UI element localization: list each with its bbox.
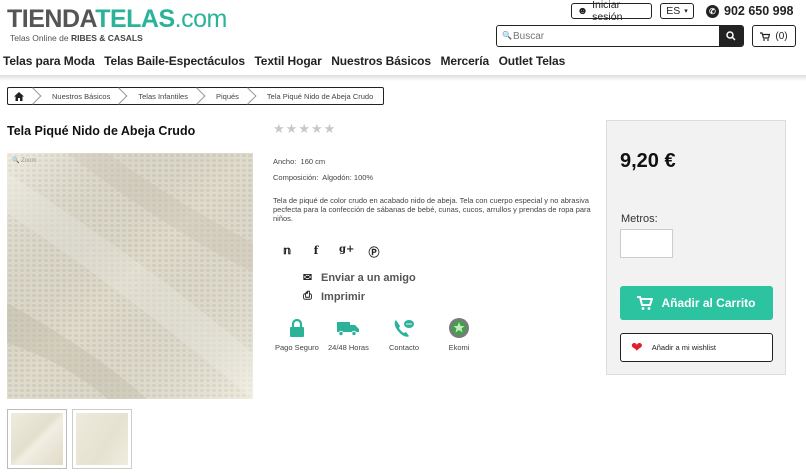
star-icon: ★ [285,121,298,136]
cart-icon [637,296,654,310]
wishlist-label: Añadir a mi wishlist [651,343,716,352]
fabric-image [7,153,253,399]
add-to-wishlist-button[interactable]: ❤ Añadir a mi wishlist [620,333,773,362]
star-icon: ★ [298,121,310,136]
breadcrumb-current: Tela Piqué Nido de Abeja Crudo [266,91,374,101]
login-button[interactable]: ☻ Iniciar sesión [571,0,652,23]
breadcrumb: Nuestros Básicos Telas Infantiles Piqués… [7,87,385,105]
feature-contact[interactable]: Contacto [389,318,419,352]
product-width: Ancho: 160 cm [273,157,326,166]
search-bar: 🔍 [496,25,744,47]
product-thumbnail[interactable] [72,409,132,469]
star-icon: ★ [323,121,336,136]
breadcrumb-item[interactable]: Nuestros Básicos [34,88,120,104]
google-plus-icon[interactable]: g+ [339,244,354,260]
phone-icon [393,318,415,338]
breadcrumb-item[interactable]: Piqués [198,88,249,104]
quantity-label: Metros: [621,213,658,225]
product-description: Tela de piqué de color crudo en acabado … [273,196,591,223]
nav-divider [0,75,806,81]
nav-item-telas-moda[interactable]: Telas para Moda [3,54,101,68]
phone-icon: ✆ [706,4,719,18]
search-icon: 🔍 [502,31,512,40]
search-button[interactable] [719,26,743,46]
truck-icon [337,318,360,338]
search-icon [726,31,736,41]
user-icon: ☻ [577,5,589,17]
search-input[interactable] [497,26,719,46]
thumbnail-image [76,413,128,465]
product-image[interactable]: 🔍 Zoom [7,153,253,399]
site-logo[interactable]: TIENDATELAS.com Telas Online de RIBES & … [7,6,227,43]
nav-item-outlet[interactable]: Outlet Telas [499,54,572,68]
language-selector[interactable]: ES ▾ [660,3,694,19]
zoom-indicator[interactable]: 🔍 Zoom [12,157,36,164]
language-value: ES [666,5,681,17]
ekomi-icon [448,318,470,338]
feature-delivery: 24/48 Horas [328,318,369,352]
send-to-friend-label: Enviar a un amigo [321,271,416,284]
envelope-icon: ✉ [302,272,313,284]
cart-button[interactable]: (0) [752,25,796,47]
quantity-input[interactable] [620,229,673,258]
feature-ekomi[interactable]: Ekomi [448,318,470,352]
heart-icon: ❤ [631,339,643,355]
logo-text: TIENDATELAS.com [7,5,227,33]
phone-contact[interactable]: ✆ 902 650 998 [706,3,794,19]
print-link[interactable]: ⎙ Imprimir [301,290,365,303]
phone-number: 902 650 998 [724,4,794,18]
nav-item-telas-baile[interactable]: Telas Baile-Espectáculos [104,54,251,68]
printer-icon: ⎙ [303,290,312,302]
star-icon: ★ [310,121,323,136]
add-to-cart-button[interactable]: Añadir al Carrito [620,286,773,320]
cart-count: (0) [775,30,788,42]
breadcrumb-item[interactable]: Telas Infantiles [120,88,198,104]
product-price: 9,20 € [620,150,676,172]
add-to-cart-label: Añadir al Carrito [661,296,756,310]
chevron-down-icon: ▾ [684,8,688,15]
nav-item-merceria[interactable]: Mercería [440,54,495,68]
login-label: Iniciar sesión [592,0,623,23]
breadcrumb-home[interactable] [8,88,34,104]
cart-icon [760,31,771,41]
feature-secure-payment: Pago Seguro [275,318,319,352]
buy-box: 9,20 € Metros: Añadir al Carrito ❤ Añadi… [606,120,786,375]
product-title: Tela Piqué Nido de Abeja Crudo [7,124,196,138]
product-thumbnail[interactable] [7,409,67,469]
print-label: Imprimir [321,290,366,303]
nav-item-nuestros-basicos[interactable]: Nuestros Básicos [331,54,437,68]
social-share: 𝕟 f g+ Ⓟ [281,244,380,260]
main-nav: Telas para Moda Telas Baile-Espectáculos… [0,54,572,68]
send-to-friend-link[interactable]: ✉ Enviar a un amigo [301,271,416,285]
product-composition: Composición: Algodón: 100% [273,173,374,182]
star-icon: ★ [273,121,285,136]
lock-icon [286,318,308,338]
nav-item-textil-hogar[interactable]: Textil Hogar [254,54,328,68]
logo-tagline: Telas Online de RIBES & CASALS [10,33,143,43]
twitter-icon[interactable]: 𝕟 [281,244,293,260]
home-icon [14,91,24,101]
rating-stars[interactable]: ★ ★ ★ ★ ★ [273,121,335,137]
facebook-icon[interactable]: f [310,244,322,260]
pinterest-icon[interactable]: Ⓟ [368,244,380,260]
thumbnail-image [11,413,63,465]
